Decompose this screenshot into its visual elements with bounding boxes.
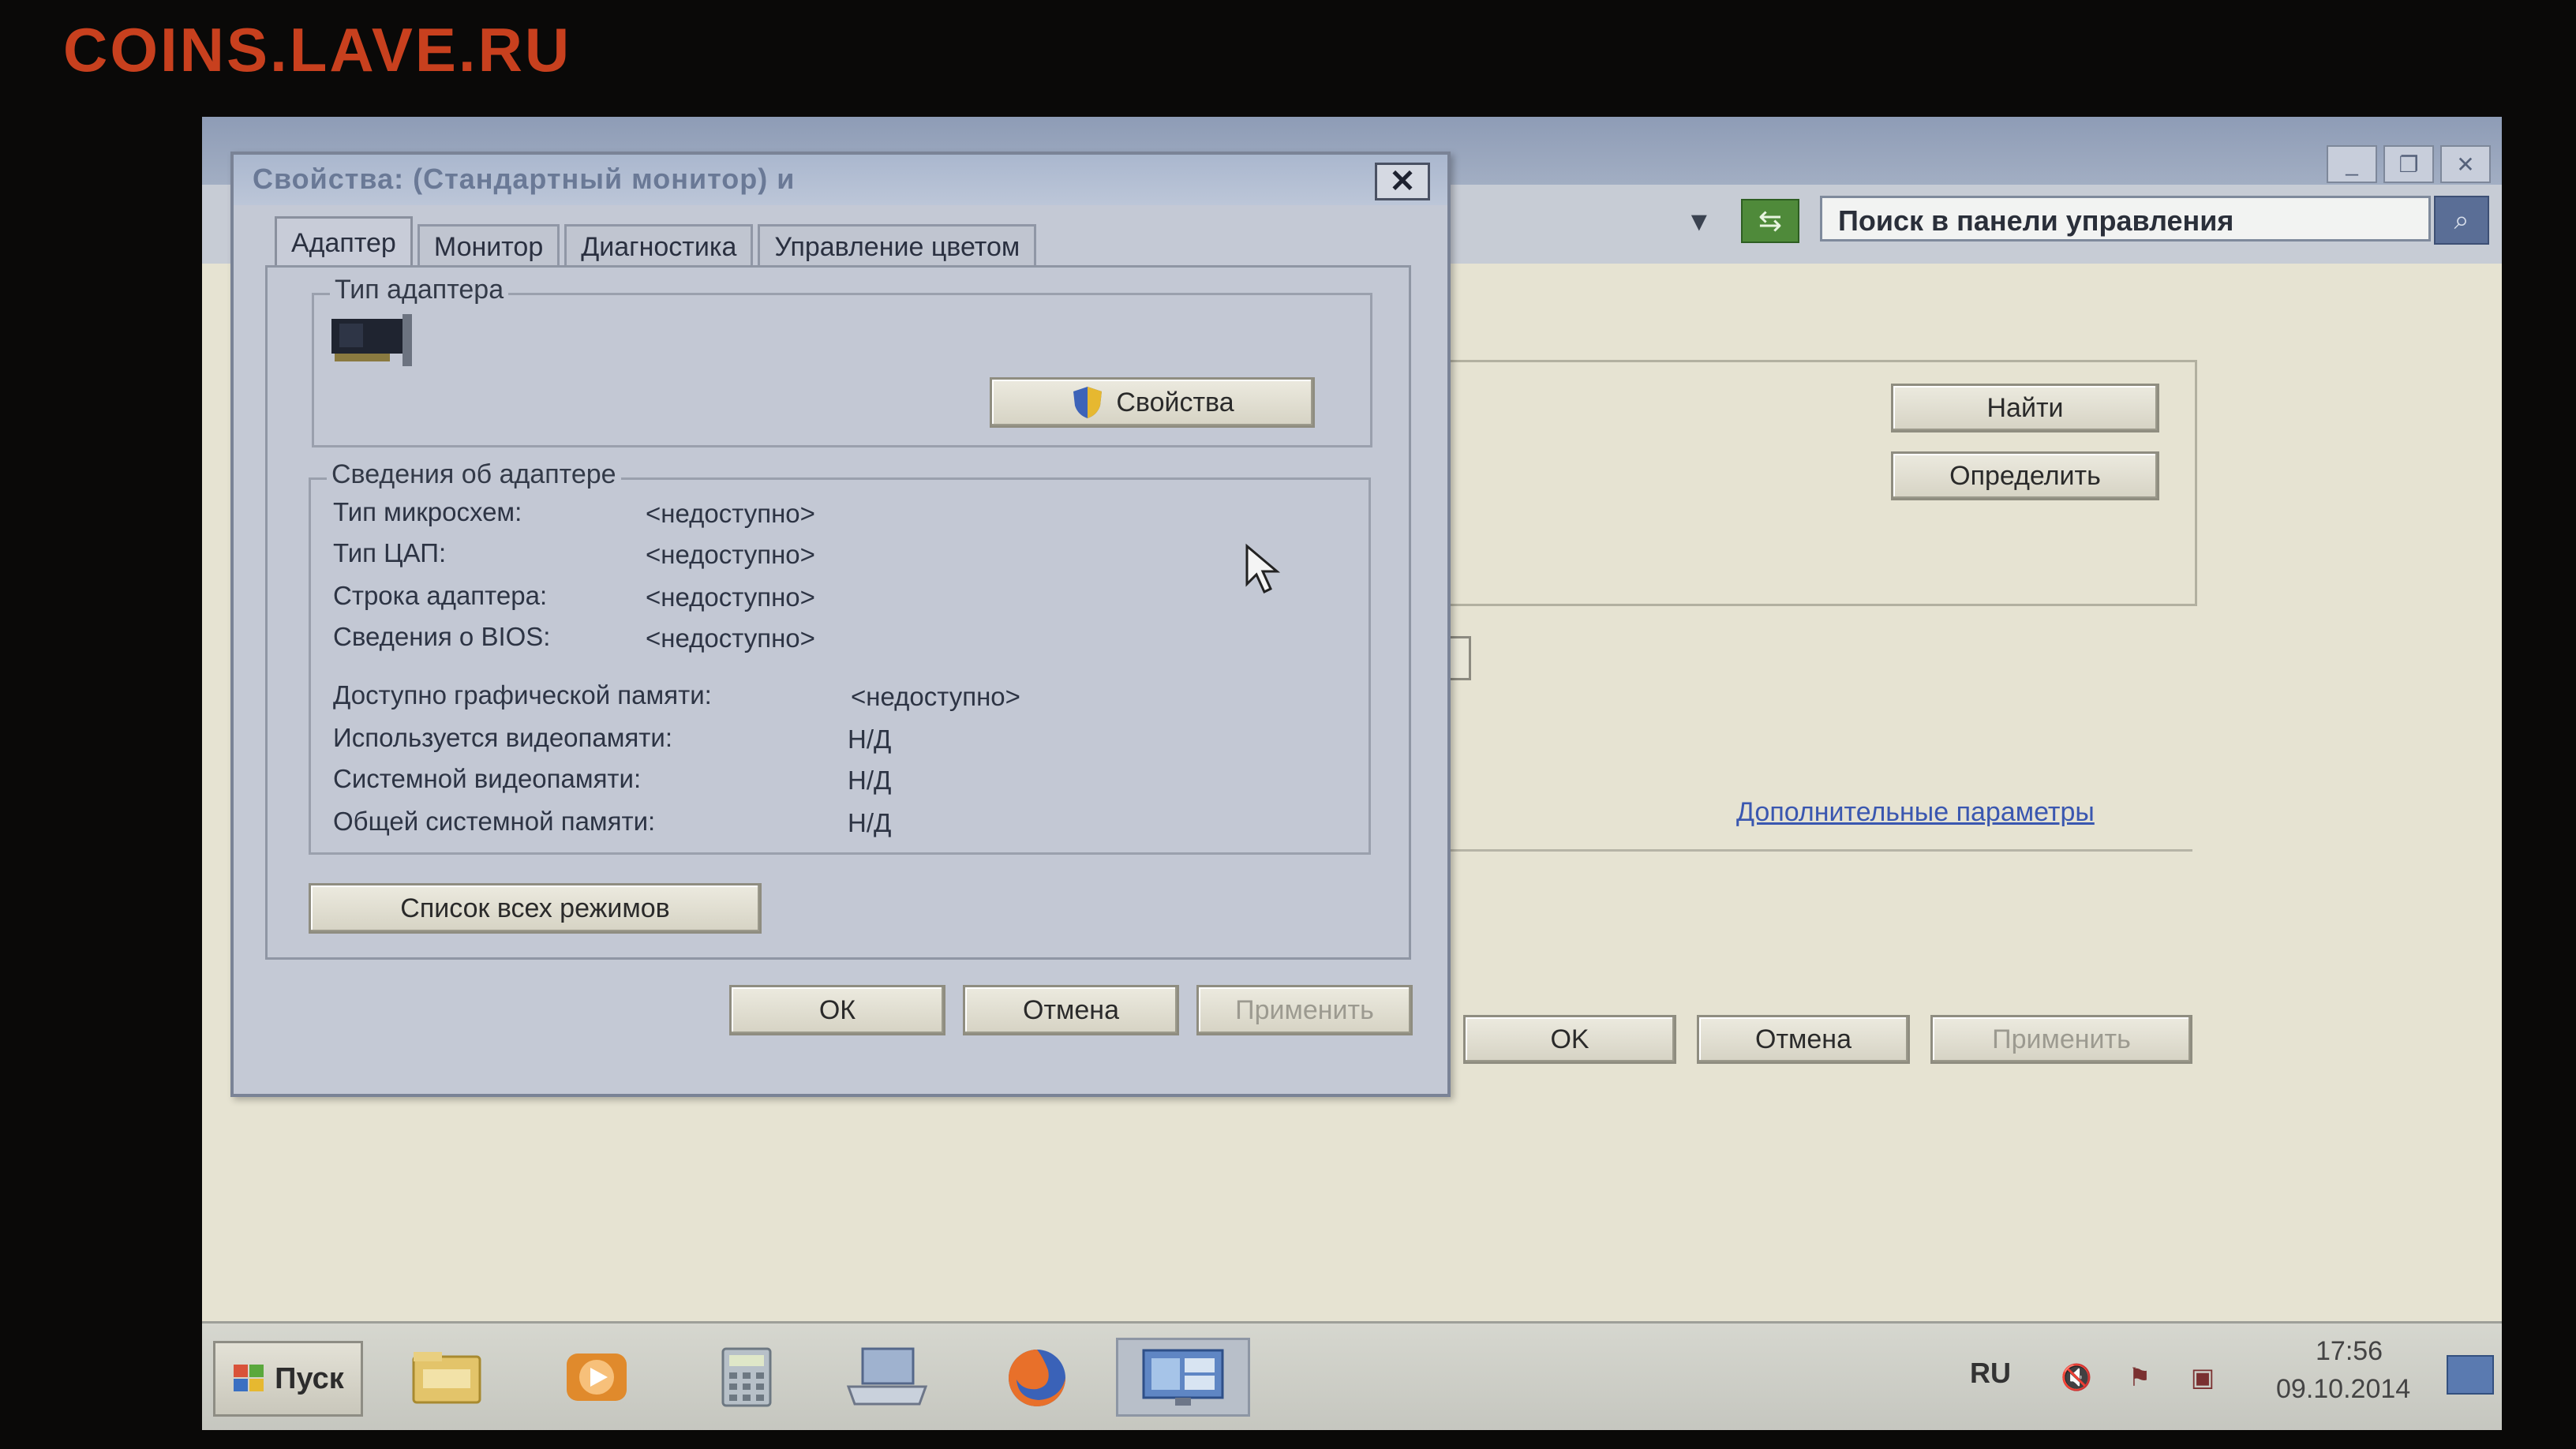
dialog-title: Свойства: (Стандартный монитор) и	[253, 163, 796, 195]
list-all-modes-button[interactable]: Список всех режимов	[309, 883, 762, 934]
adapter-properties-dialog: Свойства: (Стандартный монитор) и ✕ Адап…	[230, 152, 1451, 1097]
chip-type-value: <недоступно>	[646, 499, 815, 528]
adapter-info-label: Сведения об адаптере	[327, 459, 621, 490]
refresh-icon: ⇆	[1758, 204, 1783, 237]
dac-type-label: Тип ЦАП:	[333, 538, 447, 567]
firefox-icon	[1009, 1350, 1065, 1406]
keyboard-taskbar-button[interactable]	[840, 1338, 934, 1417]
search-icon: ⌕	[2454, 204, 2469, 235]
properties-button-label: Свойства	[1116, 387, 1234, 417]
minimize-button[interactable]: _	[2327, 145, 2377, 183]
dialog-ok-button[interactable]: ОК	[729, 985, 945, 1035]
dedicated-video-memory-label: Используется видеопамяти:	[333, 723, 673, 752]
bios-info-label: Сведения о BIOS:	[333, 622, 551, 651]
window-controls: _ ❐ ✕	[2327, 145, 2491, 183]
divider	[1433, 849, 2192, 852]
firefox-taskbar-button[interactable]	[990, 1338, 1084, 1417]
dac-type-value: <недоступно>	[646, 540, 815, 569]
search-input[interactable]: Поиск в панели управления	[1820, 196, 2431, 242]
chip-type-label: Тип микросхем:	[333, 497, 522, 526]
adapter-string-value: <недоступно>	[646, 582, 815, 612]
media-player-icon	[567, 1354, 627, 1401]
dialog-apply-button[interactable]: Применить	[1196, 985, 1413, 1035]
system-video-memory-value: Н/Д	[848, 766, 892, 795]
advanced-settings-link[interactable]: Дополнительные параметры	[1736, 797, 2095, 828]
detect-button[interactable]: Определить	[1891, 451, 2159, 500]
clock-time[interactable]: 17:56	[2316, 1336, 2383, 1367]
background-cancel-button[interactable]: Отмена	[1697, 1015, 1910, 1064]
available-graphics-memory-value: <недоступно>	[851, 682, 1020, 711]
maximize-button[interactable]: ❐	[2383, 145, 2434, 183]
system-video-memory-label: Системной видеопамяти:	[333, 764, 642, 793]
background-apply-button[interactable]: Применить	[1930, 1015, 2192, 1064]
network-disconnected-icon[interactable]: ▣	[2183, 1360, 2222, 1395]
start-label: Пуск	[275, 1361, 344, 1395]
clock-date[interactable]: 09.10.2014	[2276, 1374, 2410, 1405]
shield-icon	[1073, 387, 1103, 418]
tab-strip: Адаптер Монитор Диагностика Управление ц…	[275, 215, 1041, 265]
tab-adapter[interactable]: Адаптер	[275, 216, 413, 265]
background-ok-button[interactable]: OK	[1463, 1015, 1676, 1064]
volume-muted-icon[interactable]: 🔇	[2057, 1360, 2096, 1395]
adapter-info-group: Сведения об адаптере Тип микросхем: <нед…	[309, 459, 1371, 855]
language-indicator[interactable]: RU	[1970, 1357, 2011, 1390]
media-player-taskbar-button[interactable]	[549, 1338, 644, 1417]
windows-logo-icon	[234, 1365, 264, 1391]
dialog-titlebar: Свойства: (Стандартный монитор) и ✕	[234, 155, 1447, 205]
mouse-cursor-icon	[1245, 543, 1281, 594]
explorer-icon	[412, 1352, 481, 1404]
bios-info-value: <недоступно>	[646, 623, 815, 653]
close-icon: ✕	[1389, 164, 1416, 199]
dialog-close-button[interactable]: ✕	[1375, 163, 1430, 200]
search-button[interactable]: ⌕	[2434, 196, 2489, 245]
dedicated-video-memory-value: Н/Д	[848, 724, 892, 754]
adapter-type-group: Тип адаптера Свойства	[312, 275, 1372, 447]
dialog-cancel-button[interactable]: Отмена	[963, 985, 1179, 1035]
calculator-taskbar-button[interactable]	[699, 1338, 794, 1417]
adapter-tab-panel: Тип адаптера Свойства Сведения об адапте…	[265, 265, 1411, 960]
tab-monitor[interactable]: Монитор	[417, 224, 560, 265]
available-graphics-memory-label: Доступно графической памяти:	[333, 680, 712, 710]
taskbar: Пуск RU 🔇 ⚑ ▣ 17:56 09.10.2014	[202, 1321, 2502, 1430]
chevron-down-icon[interactable]: ▼	[1686, 207, 1713, 238]
shared-system-memory-value: Н/Д	[848, 808, 892, 837]
refresh-button[interactable]: ⇆	[1741, 199, 1799, 243]
adapter-properties-button[interactable]: Свойства	[990, 377, 1315, 428]
adapter-type-label: Тип адаптера	[330, 275, 509, 305]
shared-system-memory-label: Общей системной памяти:	[333, 807, 656, 836]
watermark-text: COINS.LAVE.RU	[63, 15, 572, 84]
display-settings-taskbar-button[interactable]	[1116, 1338, 1250, 1417]
explorer-taskbar-button[interactable]	[399, 1338, 494, 1417]
calculator-icon	[721, 1347, 772, 1407]
display-settings-icon	[1142, 1349, 1224, 1406]
screen: _ ❐ ✕ ▼ ⇆ Поиск в панели управления ⌕ На…	[202, 117, 2502, 1430]
tab-color-management[interactable]: Управление цветом	[758, 224, 1037, 265]
start-button[interactable]: Пуск	[213, 1341, 363, 1417]
close-window-button[interactable]: ✕	[2440, 145, 2491, 183]
adapter-string-label: Строка адаптера:	[333, 581, 548, 610]
graphics-card-icon	[331, 314, 412, 366]
find-button[interactable]: Найти	[1891, 384, 2159, 432]
keyboard-icon	[846, 1347, 928, 1406]
tab-diagnostics[interactable]: Диагностика	[564, 224, 754, 265]
action-center-flag-icon[interactable]: ⚑	[2120, 1360, 2159, 1395]
show-desktop-button[interactable]	[2447, 1355, 2494, 1395]
